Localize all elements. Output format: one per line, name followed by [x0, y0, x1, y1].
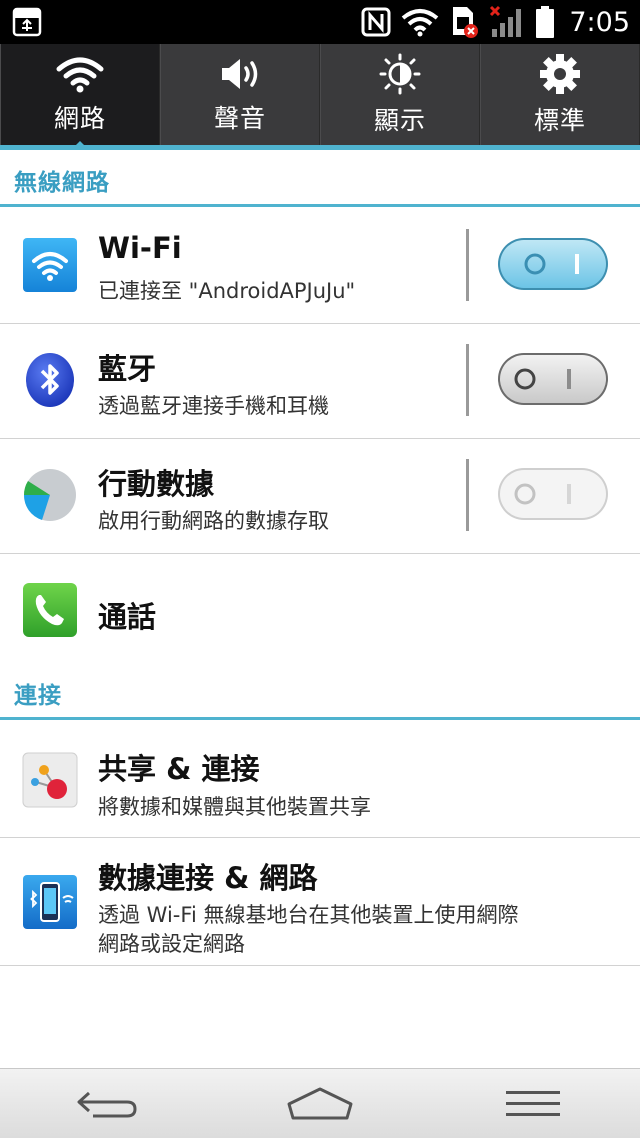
- menu-button[interactable]: [427, 1069, 640, 1138]
- home-button[interactable]: [213, 1069, 426, 1138]
- data-usage-pie-icon: [23, 469, 76, 521]
- divider: [466, 229, 469, 301]
- battery-icon: [536, 6, 555, 38]
- tab-label: 網路: [53, 103, 106, 133]
- clock: 7:05: [569, 6, 630, 38]
- tab-sound[interactable]: 聲音: [160, 44, 320, 145]
- item-title: 藍牙: [98, 352, 157, 386]
- settings-tab-bar: 網路 聲音 顯示 標準: [0, 44, 640, 150]
- item-subtitle-line1: 透過 Wi-Fi 無線基地台在其他裝置上使用網際: [98, 903, 519, 927]
- tab-general[interactable]: 標準: [480, 44, 640, 145]
- navigation-bar: [0, 1068, 640, 1138]
- tab-label: 聲音: [213, 103, 266, 133]
- item-title: Wi-Fi: [98, 231, 182, 265]
- item-subtitle: 透過藍牙連接手機和耳機: [98, 394, 329, 418]
- section-title: 連接: [14, 682, 62, 709]
- wifi-app-icon: [23, 238, 77, 292]
- usb-icon: [12, 7, 42, 37]
- divider: [466, 459, 469, 531]
- divider: [466, 344, 469, 416]
- brightness-icon: [379, 53, 421, 94]
- list-item-tethering-networks[interactable]: 數據連接 & 網路 透過 Wi-Fi 無線基地台在其他裝置上使用網際 網路或設定…: [0, 838, 640, 966]
- list-item-share-connect[interactable]: 共享 & 連接 將數據和媒體與其他裝置共享: [0, 722, 640, 838]
- tab-display[interactable]: 顯示: [320, 44, 480, 145]
- item-title: 共享 & 連接: [98, 752, 260, 786]
- wifi-icon: [56, 57, 104, 92]
- tab-label: 顯示: [373, 105, 426, 135]
- tab-label: 標準: [533, 105, 586, 135]
- cell-signal-no-service-icon: [490, 5, 522, 37]
- wifi-signal-icon: [402, 9, 439, 37]
- section-header-wireless: 無線網路: [0, 155, 640, 207]
- item-subtitle: 將數據和媒體與其他裝置共享: [98, 795, 371, 819]
- status-bar: 7:05: [0, 0, 640, 44]
- section-header-connect: 連接: [0, 668, 640, 720]
- sim-error-icon: [453, 7, 479, 38]
- nfc-icon: [361, 7, 391, 37]
- item-title: 通話: [98, 600, 157, 634]
- mobile-data-toggle[interactable]: [497, 467, 609, 521]
- gear-icon: [540, 53, 580, 94]
- list-item-mobile-data[interactable]: 行動數據 啟用行動網路的數據存取: [0, 439, 640, 554]
- item-title: 行動數據: [98, 467, 215, 501]
- item-subtitle: 已連接至 "AndroidAPJuJu": [98, 279, 356, 303]
- list-item-wifi[interactable]: Wi-Fi 已連接至 "AndroidAPJuJu": [0, 209, 640, 324]
- bluetooth-icon: [26, 353, 74, 407]
- back-button[interactable]: [0, 1069, 213, 1138]
- back-icon: [77, 1091, 137, 1117]
- home-icon: [287, 1087, 353, 1119]
- phone-icon: [23, 583, 77, 637]
- menu-icon: [506, 1090, 561, 1116]
- item-title: 數據連接 & 網路: [98, 861, 318, 895]
- item-subtitle: 啟用行動網路的數據存取: [98, 509, 329, 533]
- item-subtitle-line2: 網路或設定網路: [98, 932, 245, 956]
- share-connect-icon: [22, 752, 78, 808]
- speaker-icon: [222, 58, 258, 89]
- list-item-call[interactable]: 通話: [0, 554, 640, 669]
- bluetooth-toggle[interactable]: [497, 352, 609, 406]
- tethering-icon: [23, 875, 77, 929]
- section-title: 無線網路: [14, 169, 110, 196]
- tab-network[interactable]: 網路: [0, 44, 160, 150]
- list-item-bluetooth[interactable]: 藍牙 透過藍牙連接手機和耳機: [0, 324, 640, 439]
- wifi-toggle[interactable]: [497, 237, 609, 291]
